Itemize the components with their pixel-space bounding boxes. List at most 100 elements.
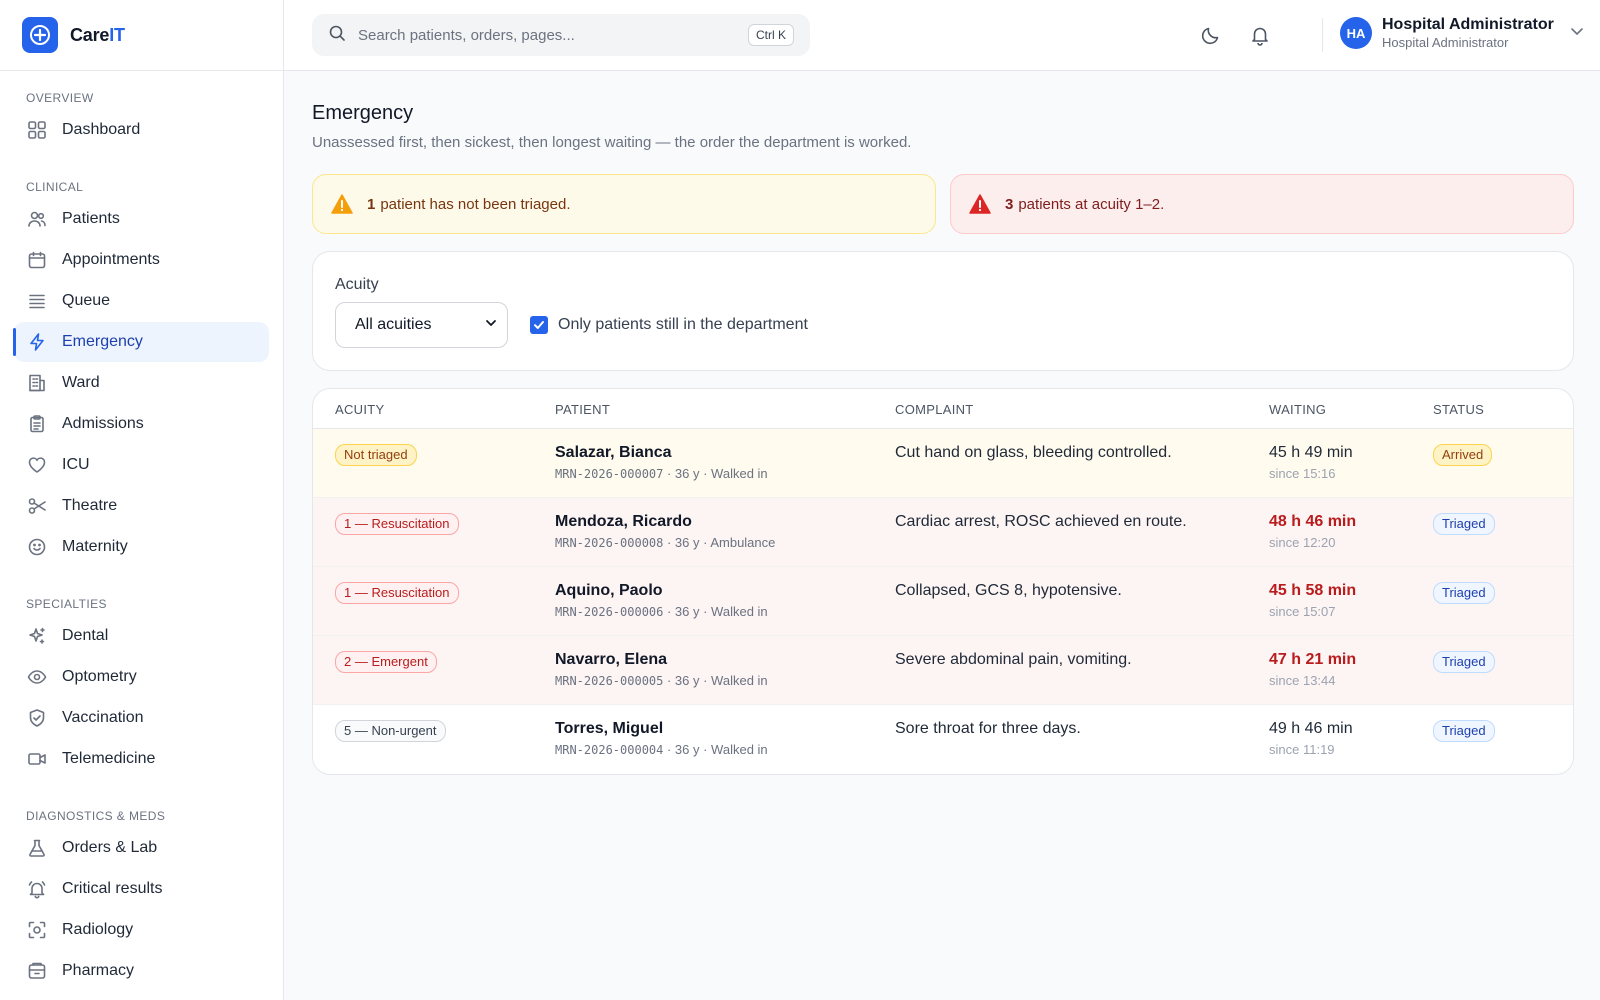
moon-icon[interactable] — [1198, 22, 1224, 48]
col-status[interactable]: STATUS — [1433, 402, 1484, 417]
acuity-count: 3 — [1005, 195, 1014, 213]
bell-alert-icon — [26, 878, 48, 900]
only-in-department-checkbox[interactable] — [530, 316, 548, 334]
sidebar-item-icu[interactable]: ICU — [14, 445, 269, 485]
waiting-since: since 11:19 — [1269, 742, 1335, 757]
avatar: HA — [1340, 17, 1372, 49]
sidebar-item-telemedicine[interactable]: Telemedicine — [14, 739, 269, 779]
sidebar-item-label: Radiology — [62, 921, 134, 938]
sidebar-item-appointments[interactable]: Appointments — [14, 240, 269, 280]
sidebar-item-theatre[interactable]: Theatre — [14, 486, 269, 526]
sidebar-item-dashboard[interactable]: Dashboard — [14, 110, 269, 150]
table-row[interactable]: 1 — Resuscitation Aquino, Paolo MRN-2026… — [313, 567, 1573, 636]
search-icon — [328, 24, 346, 47]
flask-icon — [26, 837, 48, 859]
acuity-text: patients at acuity 1–2. — [1018, 195, 1165, 213]
sidebar-item-critical-results[interactable]: Critical results — [14, 869, 269, 909]
patient-mrn: MRN-2026-000007 — [555, 467, 664, 481]
building-icon — [26, 372, 48, 394]
nav-section-heading: SPECIALTIES — [26, 597, 107, 611]
table-row[interactable]: 2 — Emergent Navarro, Elena MRN-2026-000… — [313, 636, 1573, 705]
patient-name[interactable]: Aquino, Paolo — [555, 582, 768, 600]
warning-icon — [331, 193, 353, 215]
patient-mrn: MRN-2026-000006 — [555, 605, 664, 619]
sidebar-item-admissions[interactable]: Admissions — [14, 404, 269, 444]
patient-name[interactable]: Navarro, Elena — [555, 651, 768, 669]
chevron-down-icon — [485, 316, 497, 334]
nav-section-heading: DIAGNOSTICS & MEDS — [26, 809, 166, 823]
sidebar-item-vaccination[interactable]: Vaccination — [14, 698, 269, 738]
list-icon — [26, 290, 48, 312]
col-patient[interactable]: PATIENT — [555, 402, 610, 417]
sidebar-item-queue[interactable]: Queue — [14, 281, 269, 321]
table-row[interactable]: Not triaged Salazar, Bianca MRN-2026-000… — [313, 429, 1573, 498]
only-in-department-label[interactable]: Only patients still in the department — [558, 316, 808, 334]
sidebar-item-pharmacy[interactable]: Pharmacy — [14, 951, 269, 991]
sidebar-item-label: Maternity — [62, 538, 128, 555]
patient-name[interactable]: Mendoza, Ricardo — [555, 513, 775, 531]
status-badge: Triaged — [1433, 582, 1495, 604]
sidebar-item-optometry[interactable]: Optometry — [14, 657, 269, 697]
warning-icon — [969, 193, 991, 215]
untriaged-text: patient has not been triaged. — [380, 195, 571, 213]
patients-table: ACUITY PATIENT COMPLAINT WAITING STATUS … — [312, 388, 1574, 775]
col-acuity[interactable]: ACUITY — [335, 402, 384, 417]
table-body: Not triaged Salazar, Bianca MRN-2026-000… — [313, 429, 1573, 774]
page-title: Emergency — [312, 102, 414, 124]
topbar-divider — [1322, 18, 1323, 52]
patient-name[interactable]: Salazar, Bianca — [555, 444, 768, 462]
sidebar-item-label: Dental — [62, 627, 109, 644]
sidebar-item-label: Vaccination — [62, 709, 144, 726]
status-badge: Triaged — [1433, 651, 1495, 673]
status-badge: Triaged — [1433, 720, 1495, 742]
sidebar-item-maternity[interactable]: Maternity — [14, 527, 269, 567]
waiting-since: since 15:07 — [1269, 604, 1336, 619]
acuity-select-value: All acuities — [355, 316, 432, 333]
sidebar-item-radiology[interactable]: Radiology — [14, 910, 269, 950]
waiting-time: 45 h 58 min — [1269, 582, 1357, 599]
chevron-down-icon — [1570, 24, 1584, 43]
sidebar-item-dental[interactable]: Dental — [14, 616, 269, 656]
sidebar-item-label: Telemedicine — [62, 750, 156, 767]
bell-icon[interactable] — [1247, 22, 1273, 48]
waiting-time: 49 h 46 min — [1269, 720, 1353, 737]
scissors-icon — [26, 495, 48, 517]
patient-meta: MRN-2026-000006 · 36 y · Walked in — [555, 604, 768, 619]
sidebar-nav: OVERVIEW Dashboard CLINICAL Patients Appoint… — [0, 71, 283, 991]
col-waiting[interactable]: WAITING — [1269, 402, 1326, 417]
acuity-badge: 1 — Resuscitation — [335, 582, 459, 604]
sidebar-item-ward[interactable]: Ward — [14, 363, 269, 403]
patient-meta: MRN-2026-000005 · 36 y · Walked in — [555, 673, 768, 688]
brand[interactable]: CareIT — [0, 0, 283, 71]
eye-icon — [26, 666, 48, 688]
complaint: Cut hand on glass, bleeding controlled. — [895, 444, 1172, 461]
sidebar-item-emergency[interactable]: Emergency — [13, 322, 269, 362]
status-badge: Arrived — [1433, 444, 1493, 466]
search-input[interactable]: Search patients, orders, pages... Ctrl K — [312, 14, 810, 56]
waiting-time: 48 h 46 min — [1269, 513, 1357, 530]
col-complaint[interactable]: COMPLAINT — [895, 402, 974, 417]
patient-meta: MRN-2026-000007 · 36 y · Walked in — [555, 466, 768, 481]
table-row[interactable]: 1 — Resuscitation Mendoza, Ricardo MRN-2… — [313, 498, 1573, 567]
smile-icon — [26, 536, 48, 558]
waiting-since: since 13:44 — [1269, 673, 1336, 688]
sparkle-icon — [26, 625, 48, 647]
scan-icon — [26, 919, 48, 941]
sidebar-item-label: Dashboard — [62, 121, 141, 138]
acuity-select[interactable]: All acuities — [335, 302, 508, 348]
search-placeholder: Search patients, orders, pages... — [358, 26, 575, 44]
topbar: Search patients, orders, pages... Ctrl K… — [284, 0, 1600, 71]
nav-section-heading: CLINICAL — [26, 180, 84, 194]
sidebar-item-label: Orders & Lab — [62, 839, 158, 856]
patient-details: · 36 y · Walked in — [663, 673, 768, 688]
patient-name[interactable]: Torres, Miguel — [555, 720, 768, 738]
patient-mrn: MRN-2026-000004 — [555, 743, 664, 757]
sidebar-item-orders-lab[interactable]: Orders & Lab — [14, 828, 269, 868]
sidebar-item-patients[interactable]: Patients — [14, 199, 269, 239]
status-badge: Triaged — [1433, 513, 1495, 535]
heart-icon — [26, 454, 48, 476]
user-menu[interactable]: HA Hospital Administrator Hospital Admin… — [1340, 16, 1584, 50]
patient-details: · 36 y · Walked in — [663, 466, 768, 481]
table-row[interactable]: 5 — Non-urgent Torres, Miguel MRN-2026-0… — [313, 705, 1573, 774]
shield-icon — [26, 707, 48, 729]
